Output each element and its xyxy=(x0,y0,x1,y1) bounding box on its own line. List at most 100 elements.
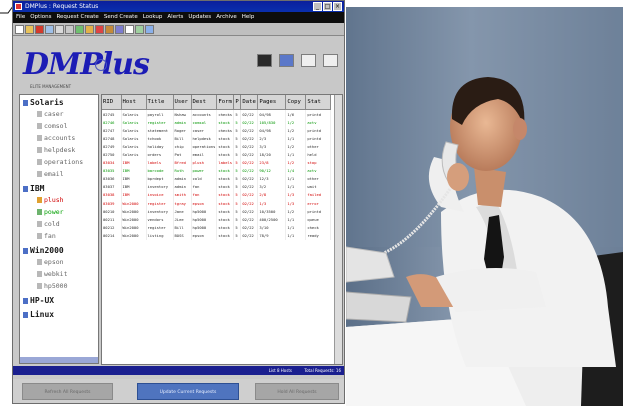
menu-item-send-create[interactable]: Send Create xyxy=(104,12,138,23)
table-row[interactable]: 00211 Win2000 vendors JLee hp5000 stock 5 02/22… xyxy=(102,215,332,224)
printer-icon xyxy=(37,111,42,117)
tree-printer-email[interactable]: email xyxy=(37,170,64,179)
tree-host-solaris[interactable]: Solaris xyxy=(23,98,64,107)
table-cell: printd xyxy=(305,134,332,143)
table-cell: power xyxy=(191,166,218,175)
menu-item-updates[interactable]: Updates xyxy=(188,12,211,23)
table-row[interactable]: 00212 Win2000 register Bill hp5000 stock 5 02/2… xyxy=(102,223,332,232)
quick-tools xyxy=(257,54,338,67)
menu-item-options[interactable]: Options xyxy=(30,12,51,23)
column-header-p[interactable]: P xyxy=(233,95,242,110)
tree-printer-helpdesk[interactable]: helpdesk xyxy=(37,146,75,155)
tree-host-ibm[interactable]: IBM xyxy=(23,184,44,193)
column-header-dest[interactable]: Dest xyxy=(191,95,218,110)
table-cell: fan xyxy=(191,182,218,191)
tree-printer-power[interactable]: power xyxy=(37,208,64,217)
update-current-button[interactable]: Update Current Requests xyxy=(137,383,239,400)
table-row[interactable]: 03037 IBM inventory admin fan stock 5 02/22 3/2 1… xyxy=(102,182,332,191)
table-row[interactable]: 03035 IBM barcode Ruth power stock 5 02/22 90/12… xyxy=(102,166,332,175)
table-row[interactable]: 00210 Win2000 inventory Jane hp5000 stock 5 02/… xyxy=(102,207,332,216)
hold-all-button[interactable]: Hold All Requests xyxy=(255,383,339,400)
alert-icon[interactable] xyxy=(95,24,104,34)
printer-status-icon[interactable] xyxy=(257,54,272,67)
table-cell: printd xyxy=(305,126,332,135)
refresh-all-button[interactable]: Refresh All Requests xyxy=(22,383,113,400)
tree-printer-plush[interactable]: plush xyxy=(37,196,64,205)
user-icon[interactable] xyxy=(105,24,114,34)
hold-icon[interactable] xyxy=(85,24,94,34)
table-cell: stock xyxy=(216,174,235,183)
column-header-copy[interactable]: Copy xyxy=(285,95,307,110)
stop-icon[interactable] xyxy=(35,24,44,34)
column-header-host[interactable]: Host xyxy=(121,95,147,110)
menu-item-archive[interactable]: Archive xyxy=(216,12,237,23)
person-icon[interactable] xyxy=(301,54,316,67)
table-scrollbar[interactable] xyxy=(334,95,342,364)
table-row[interactable]: 03034 IBM labels Bfred plush labels 5 02/22 23/8… xyxy=(102,158,332,167)
table-cell: 02/22 xyxy=(240,223,259,232)
column-header-stat[interactable]: Stat xyxy=(305,95,332,110)
tree-printer-accounts[interactable]: accounts xyxy=(37,134,75,143)
column-header-rid[interactable]: RID xyxy=(102,95,122,110)
menu-item-request-create[interactable]: Request Create xyxy=(56,12,98,23)
tree-printer-hp5000[interactable]: hp5000 xyxy=(37,282,67,291)
user-status-icon[interactable] xyxy=(279,54,294,67)
search-icon[interactable] xyxy=(45,24,54,34)
table-row[interactable]: 03038 IBM invoice smith fan stock 5 02/22 2/8 1/3… xyxy=(102,190,332,200)
table-cell: cold xyxy=(191,174,218,183)
maximize-icon[interactable]: □ xyxy=(323,2,332,11)
tree-printer-cold[interactable]: cold xyxy=(37,220,60,229)
new-icon[interactable] xyxy=(15,24,24,34)
table-cell: helpdesk xyxy=(191,134,218,143)
table-row[interactable]: 02750 Solaris orders Pat email stock 5 02/22 18/… xyxy=(102,150,332,159)
report-icon[interactable] xyxy=(125,24,134,34)
column-header-user[interactable]: User xyxy=(173,95,192,110)
tree-host-linux[interactable]: Linux xyxy=(23,310,54,319)
table-row[interactable]: 00214 Win2000 listing BOSS epson stock 5 02/22 7… xyxy=(102,231,332,240)
tree-scrollbar[interactable] xyxy=(20,357,98,363)
tree-printer-comsol[interactable]: comsol xyxy=(37,122,67,131)
tree-host-hp-ux[interactable]: HP-UX xyxy=(23,296,54,305)
open-icon[interactable] xyxy=(25,24,34,34)
tree-printer-label: fan xyxy=(44,232,56,240)
tree-printer-webkit[interactable]: webkit xyxy=(37,270,67,279)
close-icon[interactable]: × xyxy=(333,2,342,11)
column-header-date[interactable]: Date xyxy=(240,95,259,110)
menu-item-lookup[interactable]: Lookup xyxy=(143,12,163,23)
menu-item-file[interactable]: File xyxy=(16,12,25,23)
table-cell: 3/3 xyxy=(257,142,287,151)
tree-host-win2000[interactable]: Win2000 xyxy=(23,246,64,255)
table-cell: 02/22 xyxy=(240,207,259,216)
printer-icon[interactable] xyxy=(65,24,74,34)
tree-printer-epson[interactable]: epson xyxy=(37,258,64,267)
tree-printer-fan[interactable]: fan xyxy=(37,232,56,241)
column-header-form[interactable]: Form xyxy=(216,95,235,110)
table-cell: failed xyxy=(305,190,332,200)
tree-printer-caser[interactable]: caser xyxy=(37,110,64,119)
app-icon[interactable] xyxy=(15,3,22,10)
print-icon[interactable] xyxy=(55,24,64,34)
table-cell: 12/3 xyxy=(257,174,287,183)
menu-item-alerts[interactable]: Alerts xyxy=(167,12,183,23)
menu-item-help[interactable]: Help xyxy=(242,12,255,23)
graph-icon[interactable] xyxy=(135,24,144,34)
table-row[interactable]: 02748 Solaris tchook Bill helpdesk stock 5 02/2… xyxy=(102,134,332,143)
column-header-title[interactable]: Title xyxy=(146,95,174,110)
table-cell: Bfred xyxy=(173,158,192,167)
column-header-pages[interactable]: Pages xyxy=(257,95,287,110)
edit-icon[interactable] xyxy=(323,54,338,67)
table-row[interactable]: 03039 Win2000 register tgray epson stock 5 02/2… xyxy=(102,199,332,208)
minimize-icon[interactable]: _ xyxy=(313,2,322,11)
table-row[interactable]: 02747 Solaris statement Roger caser checks 5 02… xyxy=(102,126,332,135)
refresh-icon[interactable] xyxy=(75,24,84,34)
table-row[interactable]: 02749 Solaris holiday chip operations stock 5 0… xyxy=(102,142,332,151)
table-row[interactable]: 03036 IBM bprdept admin cold stock 5 02/22 12/3 1… xyxy=(102,174,332,183)
table-cell: statement xyxy=(146,126,174,135)
table-row[interactable]: 02746 Solaris register admin comsol stock 5 02/… xyxy=(102,118,332,127)
table-cell: stock xyxy=(216,150,235,159)
config-icon[interactable] xyxy=(115,24,124,34)
tree-printer-operations[interactable]: operations xyxy=(37,158,83,167)
table-cell: operations xyxy=(191,142,218,151)
table-row[interactable]: 02745 Solaris payroll Nshaw accounts checks 5 0… xyxy=(102,109,332,119)
help-icon[interactable] xyxy=(145,24,154,34)
